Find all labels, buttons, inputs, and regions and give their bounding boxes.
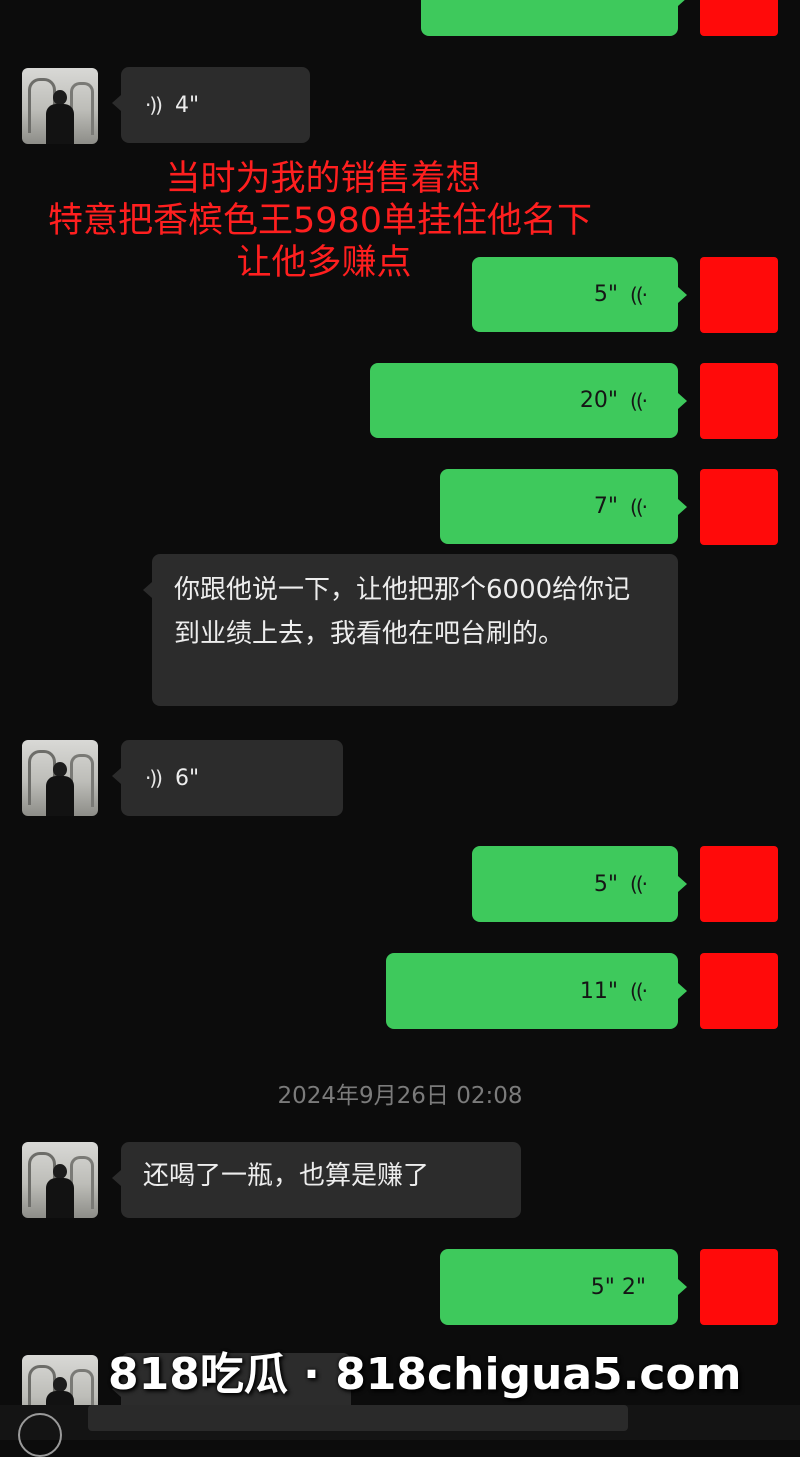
voice-wave-icon: ((·: [630, 979, 648, 1003]
voice-duration: 4": [174, 92, 200, 118]
message-text: 还喝了一瓶，也算是赚了: [143, 1161, 430, 1191]
contact-avatar[interactable]: [22, 1142, 98, 1218]
incoming-voice-message[interactable]: ·)) 6": [112, 740, 343, 816]
overlay-line-1: 当时为我的销售着想: [165, 159, 481, 199]
voice-duration: 11": [579, 978, 619, 1004]
redacted-avatar: [700, 1249, 778, 1325]
voice-input-icon[interactable]: [18, 1413, 62, 1457]
voice-wave-icon: ((·: [630, 494, 648, 519]
voice-wave-icon: ((·: [630, 872, 648, 896]
redacted-avatar: [700, 953, 778, 1029]
outgoing-message-partial[interactable]: [421, 0, 687, 36]
outgoing-voice-message[interactable]: 5" ((·: [472, 257, 687, 332]
outgoing-voice-message[interactable]: 7" ((·: [440, 469, 687, 544]
redacted-avatar: [700, 846, 778, 922]
message-timestamp: 2024年9月26日 02:08: [277, 1083, 523, 1109]
watermark: 818吃瓜 · 818chigua5.com: [108, 1349, 742, 1400]
redacted-avatar: [700, 363, 778, 439]
voice-duration: 5" 2": [590, 1274, 646, 1300]
redacted-avatar: [700, 469, 778, 545]
outgoing-voice-message[interactable]: 20" ((·: [370, 363, 687, 438]
incoming-text-message[interactable]: 还喝了一瓶，也算是赚了: [112, 1142, 521, 1218]
outgoing-voice-message[interactable]: 5" 2": [440, 1249, 687, 1325]
voice-duration: 5": [593, 282, 619, 307]
voice-duration: 5": [593, 871, 619, 897]
outgoing-voice-message[interactable]: 5" ((·: [472, 846, 687, 922]
voice-duration: 20": [579, 388, 619, 413]
outgoing-voice-message[interactable]: 11" ((·: [386, 953, 687, 1029]
message-text: 你跟他说一下，让他把那个6000给你记到业绩上去，我看他在吧台刷的。: [174, 575, 631, 649]
contact-avatar[interactable]: [22, 68, 98, 144]
input-bar[interactable]: [0, 1405, 800, 1457]
contact-avatar[interactable]: [22, 740, 98, 816]
voice-duration: 6": [174, 765, 200, 791]
voice-wave-icon: ((·: [630, 282, 648, 307]
redacted-avatar: [700, 0, 778, 36]
redacted-avatar: [700, 257, 778, 333]
voice-duration: 7": [593, 494, 619, 519]
voice-wave-icon: ((·: [630, 388, 648, 413]
voice-wave-icon: ·)): [145, 93, 163, 117]
incoming-voice-message[interactable]: ·)) 4": [112, 67, 310, 143]
incoming-text-message[interactable]: 你跟他说一下，让他把那个6000给你记到业绩上去，我看他在吧台刷的。: [143, 554, 678, 706]
voice-wave-icon: ·)): [145, 766, 163, 790]
overlay-line-2: 特意把香槟色王5980单挂住他名下: [47, 201, 593, 241]
message-input[interactable]: [88, 1405, 628, 1431]
